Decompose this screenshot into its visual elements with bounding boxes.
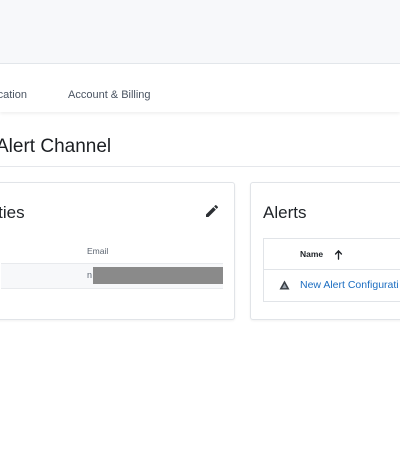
edit-properties-button[interactable] [204, 203, 220, 219]
tab-account-billing[interactable]: Account & Billing [68, 64, 151, 112]
alert-configuration-link[interactable]: New Alert Configurati [300, 270, 399, 301]
alerts-card: Alerts Name New Alert Configurati [250, 182, 400, 320]
top-header [0, 0, 400, 64]
table-row[interactable]: New Alert Configurati [264, 270, 400, 301]
tab-authentication[interactable]: ntication [0, 64, 27, 112]
pencil-icon [206, 204, 219, 217]
email-column-label: Email [87, 246, 109, 256]
redacted-email-block [93, 267, 223, 284]
email-value: n [87, 270, 93, 280]
properties-row: n [1, 263, 223, 289]
alerts-table: Name New Alert Configurati [263, 238, 400, 302]
page: ntication Account & Billing Alert Channe… [0, 0, 400, 450]
name-column-header-label: Name [300, 249, 324, 259]
sort-ascending-icon [334, 249, 342, 260]
alert-triangle-icon [279, 280, 290, 290]
name-column-header[interactable]: Name [300, 239, 343, 269]
settings-tabs: ntication Account & Billing [0, 64, 400, 112]
properties-card-title: erties [0, 203, 25, 222]
properties-card: erties Email n [0, 182, 235, 320]
page-title: Alert Channel [0, 136, 112, 157]
alerts-card-title: Alerts [263, 203, 307, 222]
title-divider [0, 166, 400, 167]
